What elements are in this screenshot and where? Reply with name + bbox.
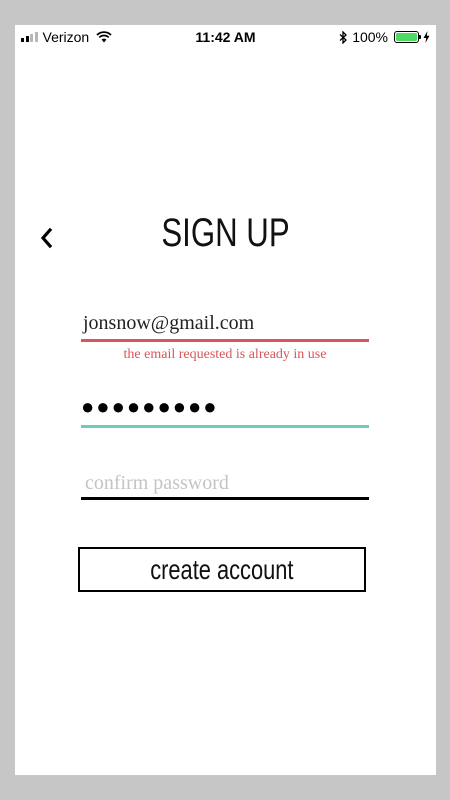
- battery-percent: 100%: [352, 29, 388, 45]
- confirm-password-input[interactable]: [81, 469, 369, 497]
- confirm-password-field[interactable]: [81, 469, 369, 500]
- email-value[interactable]: jonsnow@gmail.com: [81, 312, 369, 335]
- email-underline-error: [81, 339, 369, 342]
- chevron-left-icon: [40, 227, 53, 249]
- password-value[interactable]: ●●●●●●●●●: [81, 393, 369, 421]
- email-field[interactable]: jonsnow@gmail.com: [81, 312, 369, 342]
- create-account-button[interactable]: create account: [78, 547, 366, 592]
- create-account-label: create account: [150, 553, 294, 585]
- status-right: 100%: [339, 29, 430, 45]
- battery-level: [396, 33, 417, 41]
- password-underline-active: [81, 425, 369, 428]
- email-error-message: the email requested is already in use: [123, 347, 327, 362]
- battery-icon: [394, 31, 421, 43]
- page-title: SIGN UP: [161, 211, 290, 255]
- charging-bolt-icon: [423, 31, 430, 43]
- bluetooth-icon: [339, 30, 348, 44]
- back-button[interactable]: [37, 225, 57, 251]
- password-field[interactable]: ●●●●●●●●●: [81, 393, 369, 428]
- phone-screen: Verizon 11:42 AM 100% SIGN UP jonsnow@gm…: [15, 25, 436, 775]
- confirm-password-underline: [81, 497, 369, 500]
- status-bar: Verizon 11:42 AM 100%: [15, 25, 436, 50]
